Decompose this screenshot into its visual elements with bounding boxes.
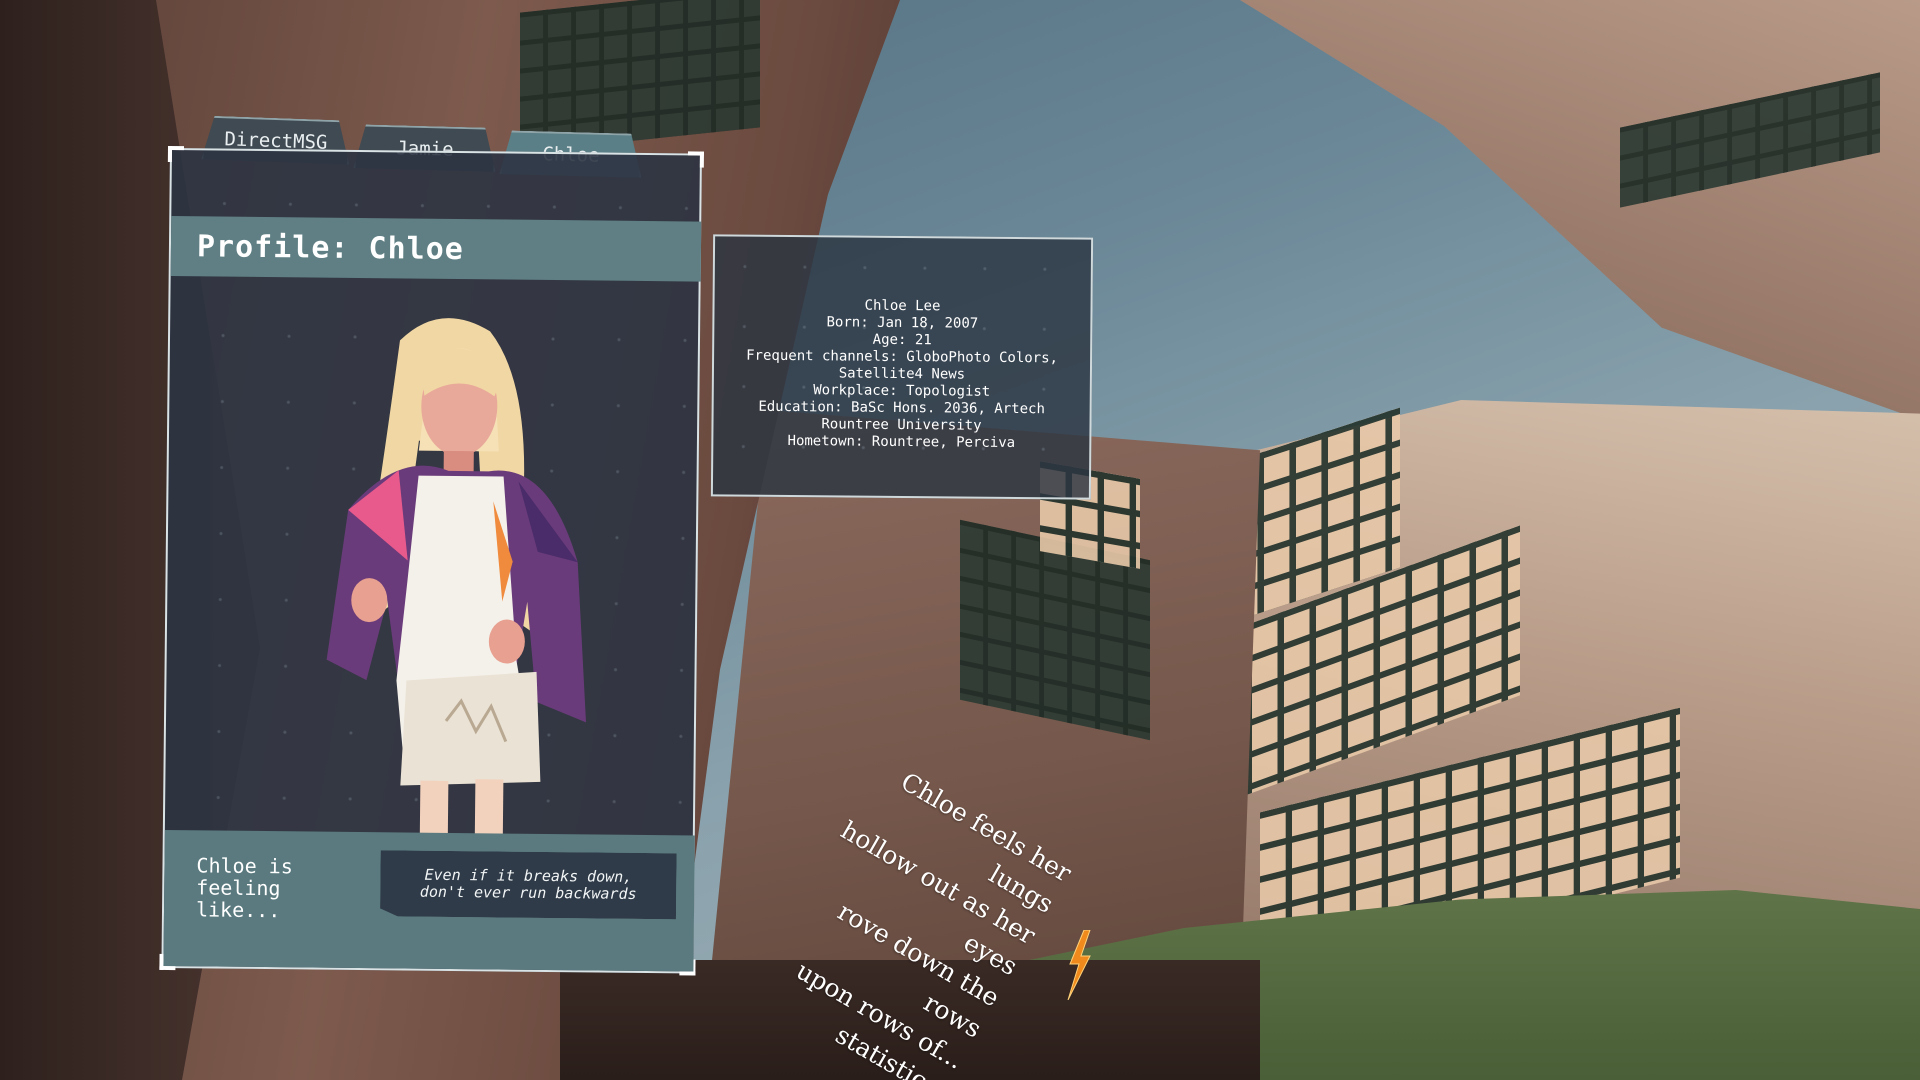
- info-education: Education: BaSc Hons. 2036, Artech: [758, 398, 1045, 418]
- info-lines: Chloe Lee Born: Jan 18, 2007 Age: 21 Fre…: [713, 296, 1090, 452]
- feeling-label: Chloe is feeling like...: [195, 853, 293, 923]
- lightning-bolt-icon[interactable]: [1064, 930, 1094, 1000]
- panel-corner: [167, 145, 185, 163]
- feeling-section: Chloe is feeling like... Even if it brea…: [163, 829, 695, 972]
- feeling-quote: Even if it breaks down, don't ever run b…: [419, 865, 637, 903]
- profile-title: Profile: Chloe: [196, 228, 465, 267]
- panel-corner: [687, 151, 704, 168]
- profile-info-card: Chloe Lee Born: Jan 18, 2007 Age: 21 Fre…: [710, 234, 1094, 500]
- info-hometown: Hometown: Rountree, Perciva: [787, 433, 1016, 451]
- profile-panel: Profile: Chloe Chloe is feeling like... …: [159, 145, 704, 976]
- profile-header: Profile: Chloe: [170, 216, 702, 282]
- info-channels: Frequent channels: GloboPhoto Colors,: [746, 347, 1059, 367]
- feeling-quote-box: Even if it breaks down, don't ever run b…: [380, 850, 677, 919]
- character-portrait: [326, 318, 587, 842]
